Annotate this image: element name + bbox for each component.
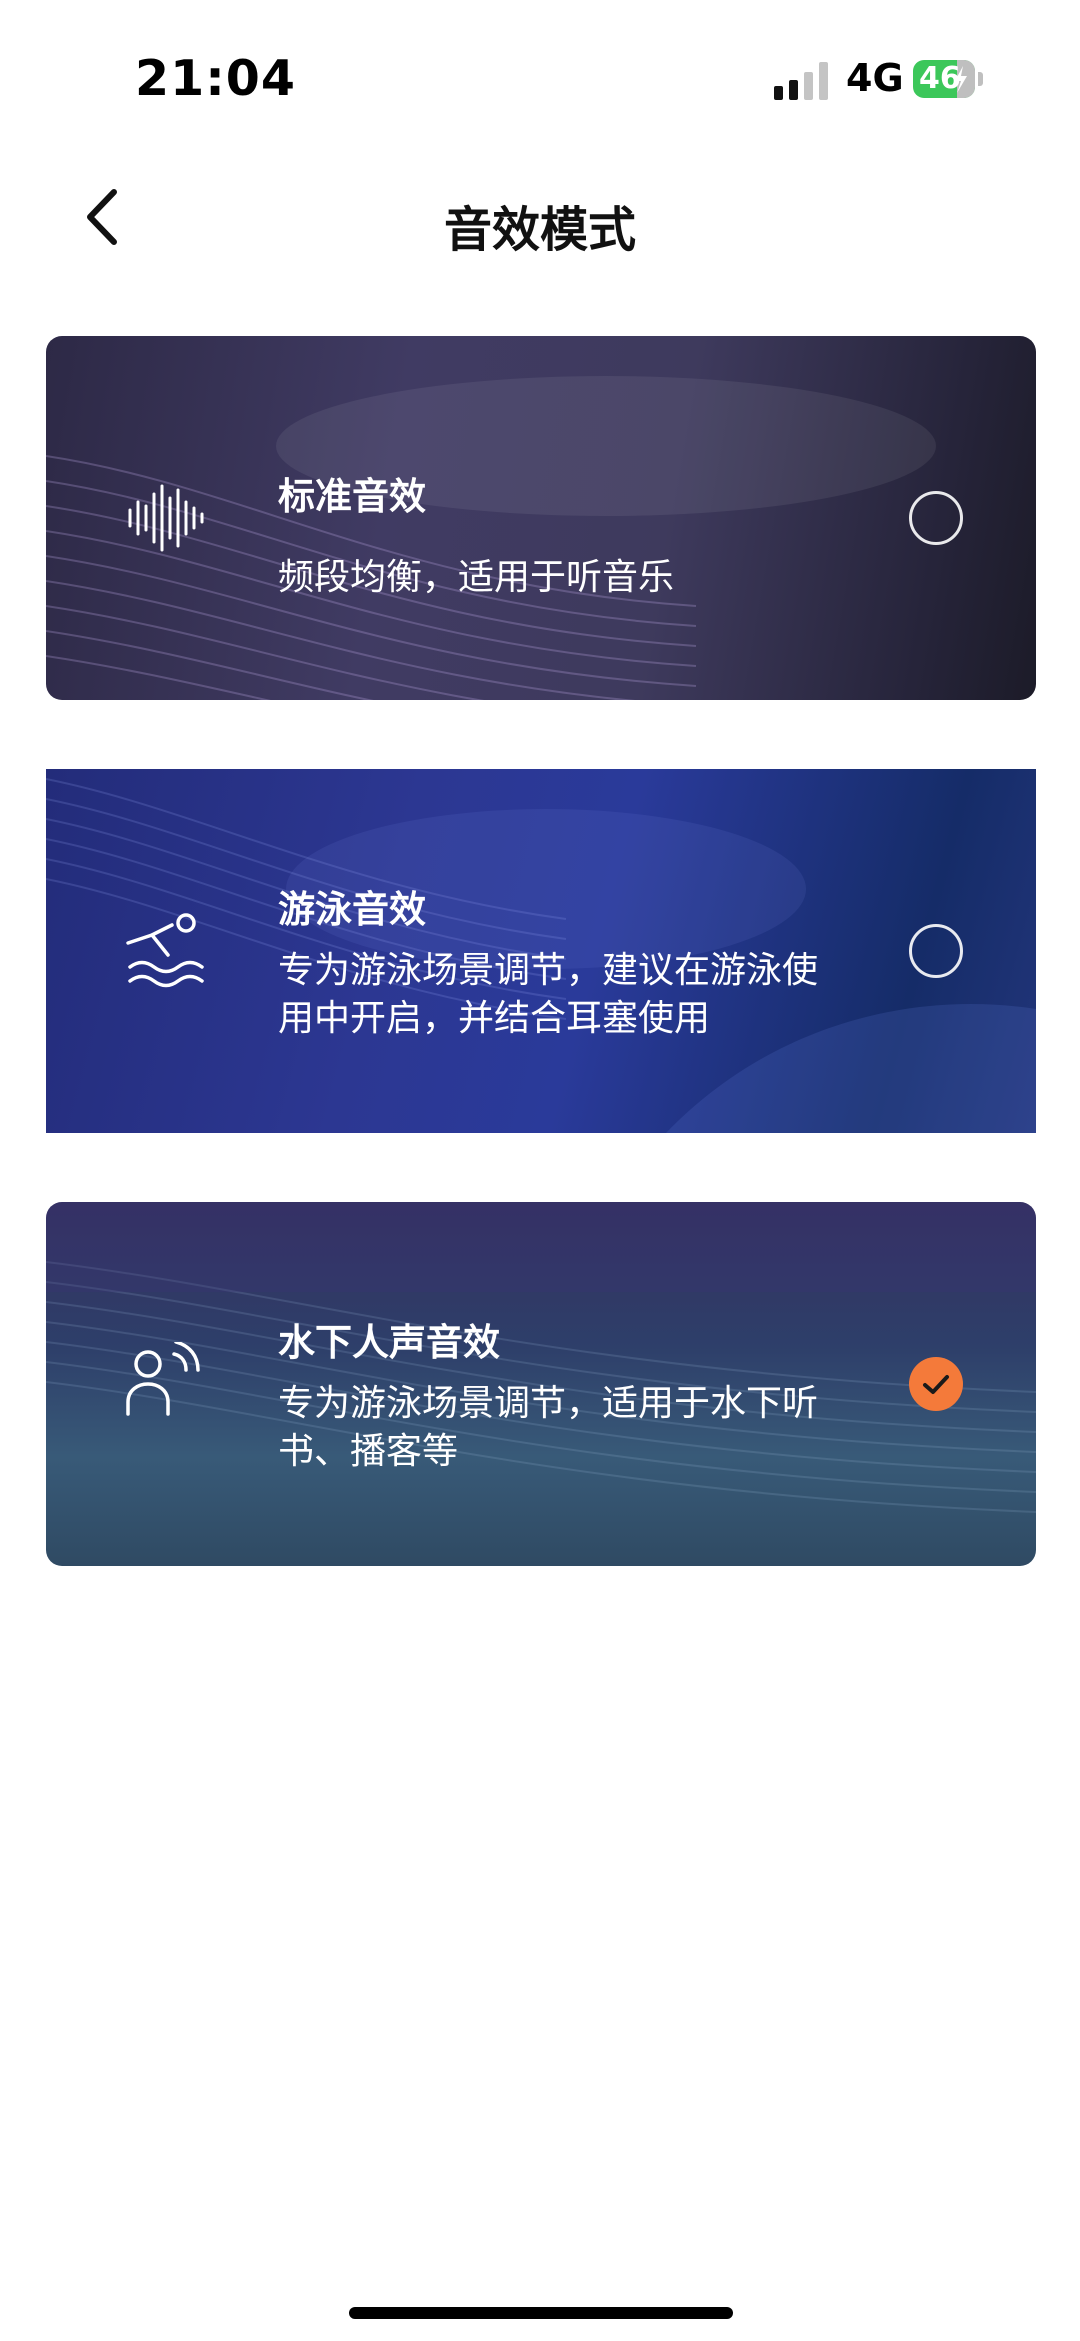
signal-strength-icon [774, 60, 830, 100]
radio-unchecked[interactable] [909, 491, 963, 545]
charging-bolt-icon [955, 66, 967, 93]
status-time: 21:04 [135, 50, 296, 107]
sound-mode-card-standard[interactable]: 标准音效 频段均衡，适用于听音乐 [46, 336, 1036, 700]
card-description: 专为游泳场景调节，适用于水下听书、播客等 [278, 1383, 819, 1472]
swimmer-icon [124, 909, 208, 993]
battery-tip [978, 72, 983, 86]
card-title: 水下人声音效 [278, 1321, 500, 1364]
battery-icon: 46 [913, 60, 975, 98]
person-voice-icon [124, 1340, 208, 1426]
card-title: 标准音效 [278, 475, 426, 518]
radio-unchecked[interactable] [909, 924, 963, 978]
sound-mode-card-underwater-voice[interactable]: 水下人声音效 专为游泳场景调节，适用于水下听书、播客等 [46, 1202, 1036, 1566]
card-description: 专为游泳场景调节，建议在游泳使用中开启，并结合耳塞使用 [278, 950, 819, 1039]
network-type: 4G [846, 56, 904, 100]
card-title: 游泳音效 [278, 888, 426, 931]
page-title: 音效模式 [443, 202, 636, 258]
radio-checked[interactable] [909, 1357, 963, 1411]
sound-wave-icon [124, 476, 208, 560]
home-indicator[interactable] [349, 2307, 733, 2319]
checkmark-icon [923, 1375, 949, 1394]
sound-mode-card-swim[interactable]: 游泳音效 专为游泳场景调节，建议在游泳使用中开启，并结合耳塞使用 [46, 769, 1036, 1133]
sound-mode-screen: 21:04 4G 46 音效模式 标准音效 频段均衡，适用于听音乐 游泳音效 专… [0, 0, 1080, 2341]
nav-bar: 音效模式 [0, 160, 1080, 290]
status-bar: 21:04 4G 46 [0, 0, 1080, 150]
card-description: 频段均衡，适用于听音乐 [278, 557, 675, 598]
